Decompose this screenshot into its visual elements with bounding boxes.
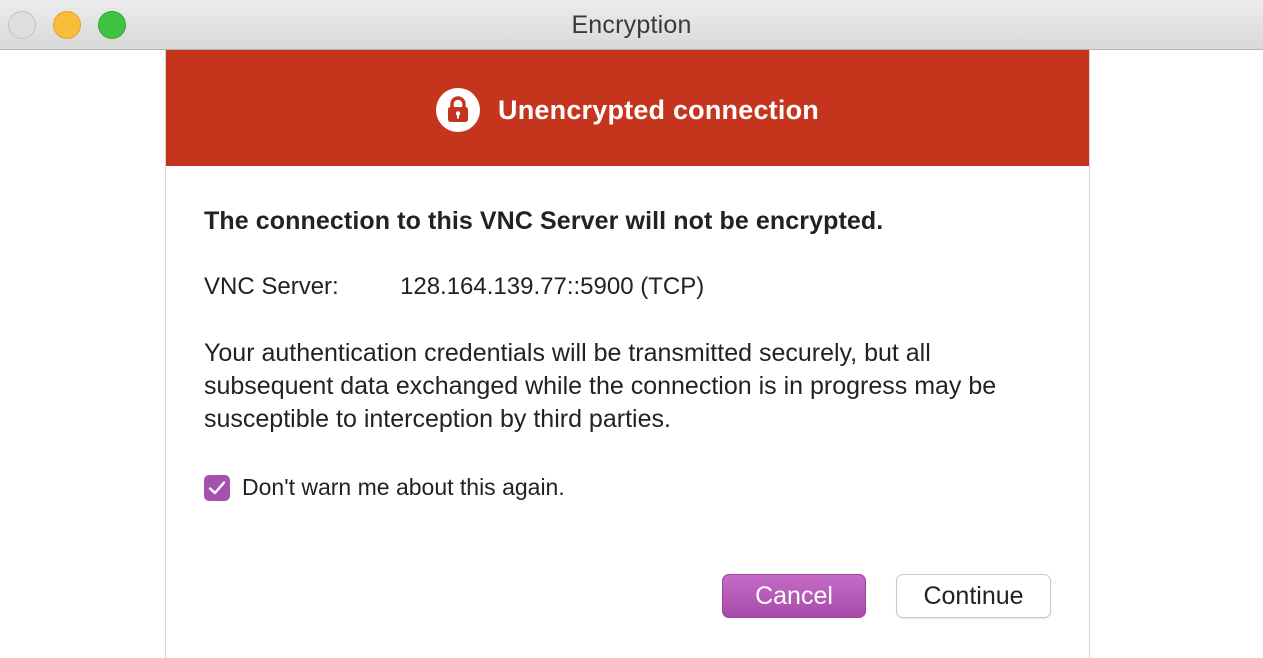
- cancel-button[interactable]: Cancel: [722, 574, 866, 618]
- banner-title: Unencrypted connection: [498, 94, 819, 125]
- continue-button[interactable]: Continue: [896, 574, 1051, 618]
- warning-heading: The connection to this VNC Server will n…: [204, 207, 884, 235]
- window-title: Encryption: [571, 11, 692, 39]
- warning-banner: Unencrypted connection: [166, 50, 1089, 166]
- dialog-buttons: Cancel Continue: [722, 574, 1051, 618]
- server-label: VNC Server:: [204, 273, 339, 300]
- dont-warn-label: Don't warn me about this again.: [242, 474, 565, 500]
- encryption-dialog: Unencrypted connection The connection to…: [165, 50, 1090, 658]
- server-address: 128.164.139.77::5900 (TCP): [400, 273, 705, 300]
- server-info-row: VNC Server: 128.164.139.77::5900 (TCP): [204, 273, 1059, 301]
- warning-description: Your authentication credentials will be …: [204, 339, 997, 433]
- dont-warn-checkbox-row[interactable]: Don't warn me about this again.: [204, 474, 1059, 501]
- window-titlebar: Encryption: [0, 0, 1263, 50]
- dialog-content: The connection to this VNC Server will n…: [204, 207, 1059, 501]
- dont-warn-checkbox[interactable]: [204, 474, 230, 501]
- right-background: [1090, 50, 1263, 658]
- lock-icon: [436, 88, 481, 132]
- left-background: [0, 50, 165, 658]
- checkmark-icon: [208, 480, 226, 494]
